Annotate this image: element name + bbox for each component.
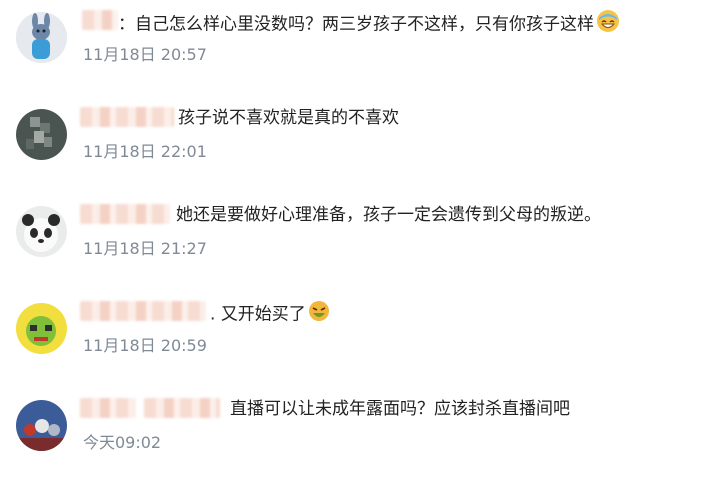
comment-time: 11月18日 20:59 (83, 336, 207, 355)
comment-item: ：自己怎么样心里没数吗？两三岁孩子不这样，只有你孩子这样 11月18日 20:5… (0, 0, 704, 97)
comment-text: ：自己怎么样心里没数吗？两三岁孩子不这样，只有你孩子这样 (118, 9, 620, 40)
comment-body: 又开始买了 (220, 304, 306, 325)
comment-body: 她还是要做好心理准备，孩子一定会遗传到父母的叛逆。 (176, 205, 601, 225)
comment-body: 直播可以让未成年露面吗？应该封杀直播间吧 (230, 399, 570, 419)
user-avatar[interactable] (16, 400, 67, 451)
comment-time: 11月18日 21:27 (83, 239, 207, 258)
comment-text: 直播可以让未成年露面吗？应该封杀直播间吧 (230, 397, 570, 421)
username-redacted[interactable] (82, 10, 118, 30)
username-redacted[interactable] (80, 107, 174, 127)
comment-item: 孩子说不喜欢就是真的不喜欢 11月18日 22:01 (0, 97, 704, 194)
username-redacted[interactable] (80, 301, 206, 321)
comment-body: 自己怎么样心里没数吗？两三岁孩子不这样，只有你孩子这样 (135, 14, 594, 35)
username-redacted[interactable] (80, 204, 170, 224)
user-avatar[interactable] (16, 303, 67, 354)
user-avatar[interactable] (16, 12, 67, 63)
comment-body: 孩子说不喜欢就是真的不喜欢 (178, 108, 399, 128)
comment-text: 孩子说不喜欢就是真的不喜欢 (178, 106, 399, 130)
user-avatar[interactable] (16, 109, 67, 160)
comment-item: 直播可以让未成年露面吗？应该封杀直播间吧 今天09:02 (0, 388, 704, 485)
username-redacted[interactable] (80, 398, 136, 418)
comment-prefix: ： (118, 14, 135, 35)
comment-prefix: . (210, 304, 216, 325)
comment-item: . 又开始买了 11月18日 20:59 (0, 291, 704, 388)
comment-time: 11月18日 20:57 (83, 45, 207, 64)
username-redacted[interactable] (144, 398, 220, 418)
user-avatar[interactable] (16, 206, 67, 257)
comment-time: 今天09:02 (83, 433, 162, 452)
grinning-sweat-emoji-icon (596, 9, 620, 40)
comment-time: 11月18日 22:01 (83, 142, 207, 161)
comment-text: 她还是要做好心理准备，孩子一定会遗传到父母的叛逆。 (176, 203, 601, 227)
angry-nauseated-emoji-icon (308, 300, 330, 329)
comment-text: . 又开始买了 (210, 300, 330, 329)
comment-item: 她还是要做好心理准备，孩子一定会遗传到父母的叛逆。 11月18日 21:27 (0, 194, 704, 291)
